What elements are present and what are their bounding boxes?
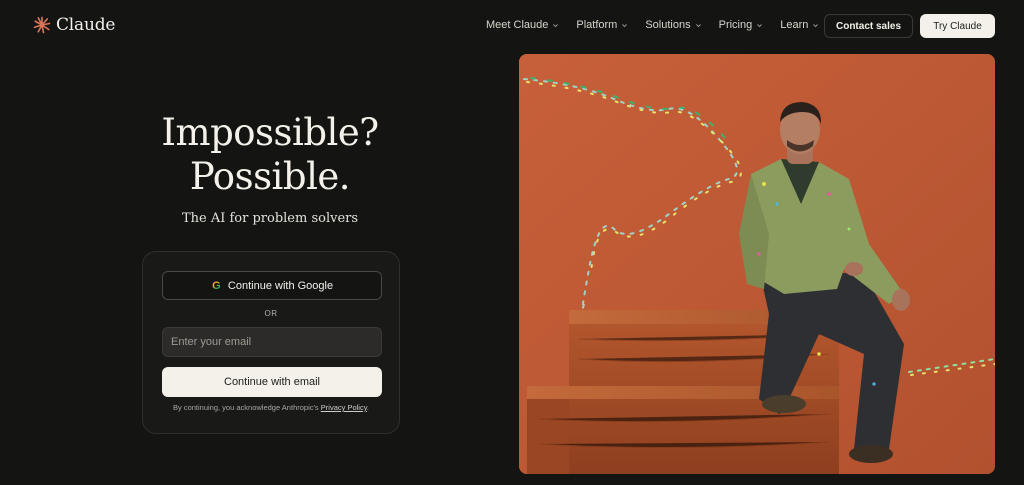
hero-headline: Impossible? Possible. [130,111,410,199]
chevron-down-icon [813,23,819,27]
chevron-down-icon [553,23,559,27]
menu-label: Platform [576,19,618,31]
privacy-policy-link[interactable]: Privacy Policy [321,403,367,412]
signup-card: G Continue with Google OR Continue with … [142,251,400,434]
menu-learn[interactable]: Learn [780,19,819,31]
menu-platform[interactable]: Platform [576,19,628,31]
headline-line-2: Possible. [189,155,351,198]
google-g-icon: G [212,279,221,292]
hero-illustration [519,54,995,474]
menu-solutions[interactable]: Solutions [645,19,701,31]
chevron-down-icon [757,23,763,27]
menu-label: Learn [780,19,809,31]
menu-meet-claude[interactable]: Meet Claude [486,19,559,31]
legal-text: By continuing, you acknowledge Anthropic… [172,403,319,412]
try-claude-button[interactable]: Try Claude [920,14,995,38]
legal-suffix: . [366,403,369,412]
headline-line-1: Impossible? [161,111,379,154]
chevron-down-icon [622,23,628,27]
top-nav: Claude Meet Claude Platform Solutions Pr… [0,0,1024,54]
hero-subhead: The AI for problem solvers [181,211,359,226]
chevron-down-icon [695,23,701,27]
continue-with-google-button[interactable]: G Continue with Google [162,271,382,300]
legal-notice: By continuing, you acknowledge Anthropic… [143,403,399,412]
continue-with-email-button[interactable]: Continue with email [162,367,382,397]
menu-pricing[interactable]: Pricing [719,19,764,31]
main-menu: Meet Claude Platform Solutions Pricing L… [486,19,819,31]
google-button-label: Continue with Google [227,279,334,292]
brand-name: Claude [56,15,116,35]
or-divider: OR [264,309,278,318]
hero-photo [519,54,995,474]
claude-logo[interactable]: Claude [33,15,115,35]
claude-burst-icon [33,16,51,34]
menu-label: Pricing [718,19,753,31]
menu-label: Solutions [645,19,691,31]
menu-label: Meet Claude [486,19,549,31]
contact-sales-button[interactable]: Contact sales [824,14,913,38]
email-input[interactable] [162,327,382,357]
